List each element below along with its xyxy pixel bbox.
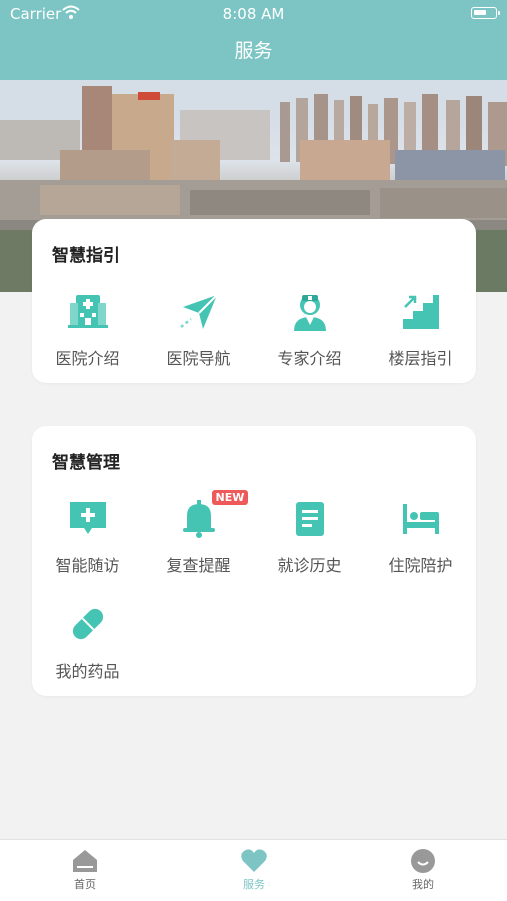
my-medicine-item[interactable]: 我的药品 — [32, 602, 143, 682]
bed-icon — [399, 496, 443, 540]
expert-intro-item[interactable]: 专家介绍 — [254, 289, 365, 369]
item-label: 医院介绍 — [55, 349, 120, 368]
item-label: 就诊历史 — [277, 556, 342, 575]
navigation-arrow-icon — [177, 289, 221, 333]
bell-icon: NEW — [177, 490, 249, 540]
smart-followup-item[interactable]: 智能随访 — [32, 496, 143, 576]
tab-bar: 首页 服务 我的 — [0, 839, 507, 901]
tab-label: 首页 — [74, 878, 96, 891]
item-label: 复查提醒 — [166, 556, 231, 575]
inpatient-care-item[interactable]: 住院陪护 — [365, 496, 476, 576]
heart-icon — [240, 848, 268, 874]
chat-plus-icon — [66, 496, 110, 540]
floor-guide-item[interactable]: 楼层指引 — [365, 289, 476, 369]
document-icon — [288, 496, 332, 540]
item-label: 楼层指引 — [388, 349, 453, 368]
pill-icon — [66, 602, 110, 646]
section-title: 智慧管理 — [52, 453, 120, 473]
home-icon — [71, 848, 99, 874]
item-label: 住院陪护 — [388, 556, 453, 575]
item-label: 智能随访 — [55, 556, 120, 575]
hospital-navigation-item[interactable]: 医院导航 — [143, 289, 254, 369]
recheck-reminder-item[interactable]: NEW 复查提醒 — [143, 490, 254, 576]
smart-management-card: 智慧管理 智能随访 NEW 复查提醒 就诊历史 住院陪护 我的药品 — [32, 426, 476, 696]
status-time: 8:08 AM — [222, 5, 285, 23]
item-label: 我的药品 — [55, 662, 120, 681]
tab-home[interactable]: 首页 — [45, 848, 125, 892]
page-title: 服务 — [234, 40, 273, 62]
nav-bar: 服务 — [0, 28, 507, 80]
tab-mine[interactable]: 我的 — [383, 848, 463, 892]
battery-icon — [471, 7, 500, 19]
section-title: 智慧指引 — [52, 246, 120, 266]
smiley-icon — [409, 848, 437, 874]
status-bar: Carrier 8:08 AM — [0, 0, 507, 28]
tab-label: 服务 — [243, 878, 265, 891]
new-badge: NEW — [211, 490, 249, 505]
tab-service[interactable]: 服务 — [214, 848, 294, 892]
item-label: 医院导航 — [166, 349, 231, 368]
hospital-intro-item[interactable]: 医院介绍 — [32, 289, 143, 369]
item-label: 专家介绍 — [277, 349, 342, 368]
smart-guide-card: 智慧指引 医院介绍 医院导航 专家介绍 楼层指引 — [32, 219, 476, 383]
visit-history-item[interactable]: 就诊历史 — [254, 496, 365, 576]
hospital-icon — [66, 289, 110, 333]
doctor-icon — [288, 289, 332, 333]
tab-label: 我的 — [412, 878, 434, 891]
stairs-icon — [399, 289, 443, 333]
